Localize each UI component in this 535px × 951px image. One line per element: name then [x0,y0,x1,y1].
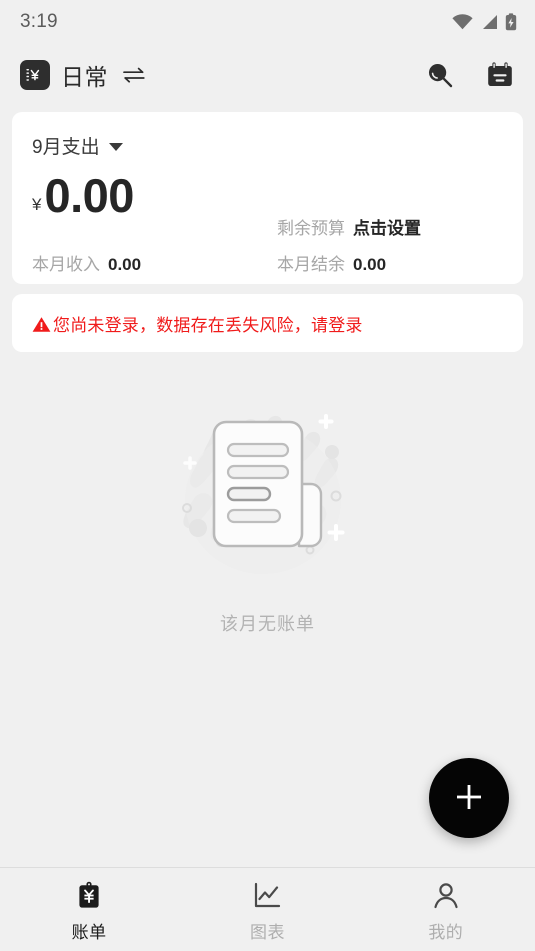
nav-label-profile: 我的 [428,923,464,942]
month-selector[interactable]: 9月支出 [32,132,123,159]
monthly-balance-value: 0.00 [353,255,387,274]
login-warning-label: 您尚未登录，数据存在丢失风险，请登录 [53,315,363,335]
status-bar-clock: 3:19 [20,11,58,32]
ledger-name-label: 日常 [61,64,108,90]
search-icon[interactable] [423,58,457,92]
plus-icon [452,780,486,817]
currency-symbol: ¥ [32,195,42,214]
person-icon [431,881,461,911]
wifi-icon [452,14,473,30]
nav-item-charts[interactable]: 图表 [178,881,356,943]
login-warning-text-row: 您尚未登录，数据存在丢失风险，请登录 [32,311,363,336]
monthly-income-label: 本月收入 [32,255,100,274]
battery-charging-icon [505,13,517,31]
monthly-income: 本月收入 0.00 [32,250,277,275]
ledger-selector[interactable]: 日常 [20,58,147,92]
ledger-yen-icon [20,60,50,90]
remaining-budget-value[interactable]: 点击设置 [353,214,421,239]
chart-line-icon [252,881,282,911]
calendar-icon[interactable] [483,58,517,92]
nav-item-profile[interactable]: 我的 [357,881,535,943]
app-screen: 3:19 日常 9月支出 ¥ 0.00 剩余预算 点击设置 本月收入 0.00 … [0,0,535,951]
nav-label-bills: 账单 [71,923,107,942]
remaining-budget-label: 剩余预算 [277,219,345,238]
warning-triangle-icon [32,316,51,333]
monthly-income-value: 0.00 [108,255,142,274]
empty-bill-document-icon [158,400,378,600]
monthly-balance-label: 本月结余 [277,255,345,274]
nav-item-bills[interactable]: 账单 [0,881,178,943]
expense-amount: ¥ 0.00 [32,172,503,219]
swap-ledger-icon[interactable] [121,65,147,85]
empty-state-label: 该月无账单 [220,614,315,634]
add-bill-fab[interactable] [429,758,509,838]
nav-label-charts: 图表 [249,923,285,942]
empty-state: 该月无账单 [0,400,535,636]
cellular-signal-icon [480,14,498,30]
monthly-balance: 本月结余 0.00 [277,250,386,275]
bottom-navigation: 账单 图表 我的 [0,867,535,951]
status-bar: 3:19 [0,0,535,44]
monthly-summary-card: 9月支出 ¥ 0.00 剩余预算 点击设置 本月收入 0.00 本月结余 0.0… [12,112,523,284]
expense-amount-value: 0.00 [44,169,134,222]
summary-footer: 本月收入 0.00 本月结余 0.00 [32,250,503,275]
bill-clipboard-icon [75,881,103,911]
status-bar-icons [452,13,517,31]
remaining-budget[interactable]: 剩余预算 点击设置 [277,214,421,239]
login-warning-banner[interactable]: 您尚未登录，数据存在丢失风险，请登录 [12,294,523,352]
app-bar: 日常 [0,44,535,106]
chevron-down-icon [108,143,123,151]
bill-list-area: 该月无账单 [0,352,535,867]
app-bar-actions [423,58,517,92]
month-label: 9月支出 [32,137,100,158]
